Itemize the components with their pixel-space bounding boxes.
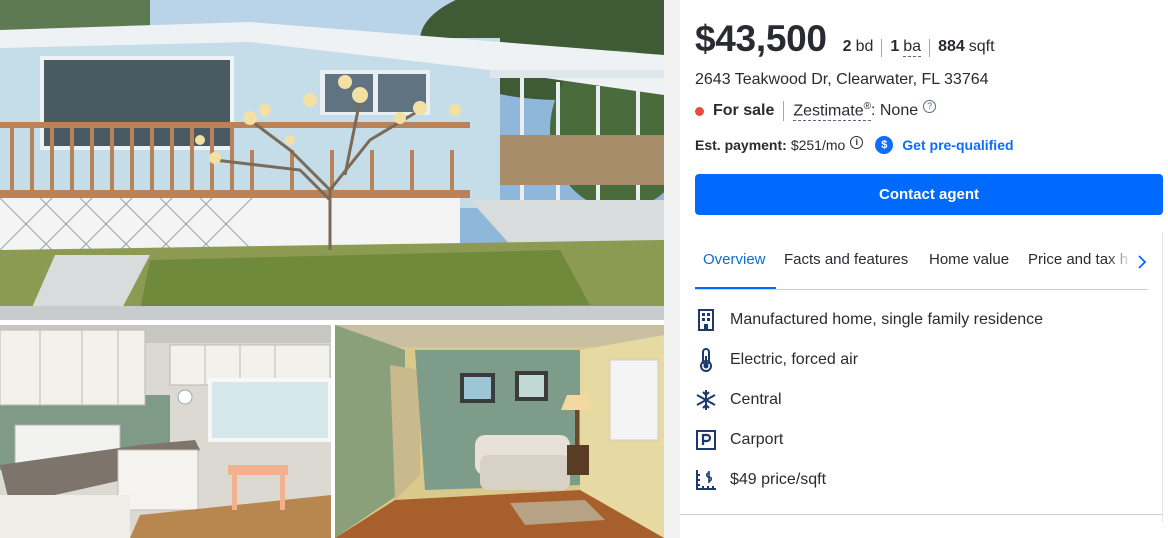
tab-overview[interactable]: Overview — [695, 238, 776, 289]
kitchen-photo[interactable] — [0, 325, 331, 538]
question-icon[interactable]: ? — [923, 99, 937, 113]
price-row: $43,500 2 bd 1 ba 884 sqft — [695, 18, 995, 60]
info-icon[interactable]: i — [850, 135, 864, 149]
zestimate-link[interactable]: Zestimate® — [793, 101, 871, 122]
list-item: $49 price/sqft — [695, 460, 1145, 500]
payment-label: Est. payment: — [695, 137, 787, 153]
beds-count: 2 bd — [842, 38, 874, 55]
dollar-icon: $ — [875, 136, 894, 154]
key-facts-list: Manufactured home, single family residen… — [695, 300, 1145, 500]
listing-status: For sale — [713, 102, 775, 120]
tab-facts-and-features[interactable]: Facts and features — [776, 238, 916, 289]
list-item: Electric, forced air — [695, 340, 1145, 380]
payment-row: Est. payment: $251/mo i $ Get pre-qualif… — [695, 135, 1014, 154]
get-prequalified-link[interactable]: Get pre-qualified — [902, 137, 1013, 153]
fact-divider — [929, 38, 931, 57]
building-icon — [695, 308, 717, 332]
chevron-right-icon[interactable] — [1108, 238, 1148, 286]
status-row: For sale Zestimate® : None ? — [695, 99, 937, 122]
listing-price: $43,500 — [695, 18, 827, 59]
panel-gutter — [664, 0, 680, 538]
parking-icon — [695, 428, 717, 452]
list-item: Manufactured home, single family residen… — [695, 300, 1145, 340]
listing-summary-panel: $43,500 2 bd 1 ba 884 sqft 2643 Teakwood… — [680, 0, 1168, 538]
listing-address: 2643 Teakwood Dr, Clearwater, FL 33764 — [695, 71, 989, 88]
fact-divider — [881, 38, 883, 57]
list-item: Central — [695, 380, 1145, 420]
snowflake-icon — [695, 388, 717, 412]
bed-bath-sqft: 2 bd 1 ba 884 sqft — [843, 38, 995, 57]
panel-scroll-edge — [1162, 232, 1163, 522]
zestimate-value: : None — [870, 102, 919, 120]
exterior-photo[interactable] — [0, 0, 664, 320]
price-per-sqft-icon — [695, 468, 717, 492]
section-divider — [680, 514, 1163, 515]
list-item: Carport — [695, 420, 1145, 460]
status-divider — [783, 101, 785, 122]
living-room-photo[interactable] — [335, 325, 664, 538]
thermometer-icon — [695, 348, 717, 372]
baths-count[interactable]: 1 ba — [890, 38, 922, 57]
photo-gallery — [0, 0, 664, 538]
sqft-count: 884 sqft — [938, 38, 995, 55]
payment-value: $251/mo — [790, 137, 846, 153]
for-sale-dot-icon — [695, 106, 704, 116]
section-tabs: Overview Facts and features Home value P… — [695, 238, 1148, 290]
tab-home-value[interactable]: Home value — [921, 238, 1017, 289]
contact-agent-button[interactable]: Contact agent — [695, 174, 1163, 215]
